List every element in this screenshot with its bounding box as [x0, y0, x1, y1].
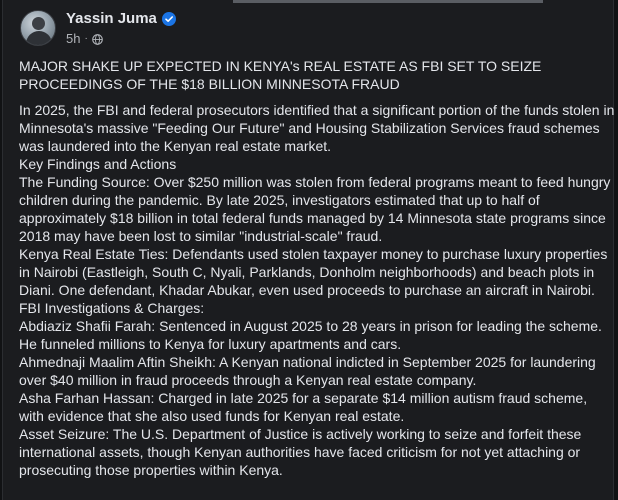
separator-dot: ·: [84, 33, 88, 44]
paragraph-kenya-ties: Kenya Real Estate Ties: Defendants used …: [19, 246, 608, 298]
paragraph-farah: Abdiaziz Shafii Farah: Sentenced in Augu…: [19, 318, 602, 352]
post-card: Yassin Juma 5h · MAJOR SHAKE UP EXPECTED…: [2, 0, 614, 500]
post-timestamp[interactable]: 5h: [66, 31, 80, 46]
author-row: Yassin Juma: [66, 10, 176, 28]
author-name[interactable]: Yassin Juma: [66, 10, 157, 28]
post-body: In 2025, the FBI and federal prosecutors…: [19, 101, 615, 479]
globe-icon[interactable]: [91, 33, 103, 45]
avatar[interactable]: [20, 10, 56, 46]
post-header: Yassin Juma 5h ·: [20, 10, 176, 46]
paragraph-funding-source: The Funding Source: Over $250 million wa…: [19, 174, 611, 244]
verified-badge-icon: [161, 12, 176, 26]
paragraph-sheikh: Ahmednaji Maalim Aftin Sheikh: A Kenyan …: [19, 354, 596, 388]
paragraph-fbi-investigations: FBI Investigations & Charges:: [19, 300, 205, 316]
paragraph-asset-seizure: Asset Seizure: The U.S. Department of Ju…: [19, 426, 582, 478]
paragraph-hassan: Asha Farhan Hassan: Charged in late 2025…: [19, 390, 588, 424]
post-time-row: 5h ·: [66, 31, 176, 46]
post-headline: MAJOR SHAKE UP EXPECTED IN KENYA's REAL …: [19, 58, 542, 92]
top-divider: [233, 0, 543, 3]
author-meta: Yassin Juma 5h ·: [66, 10, 176, 46]
paragraph-intro: In 2025, the FBI and federal prosecutors…: [19, 102, 615, 154]
paragraph-key-findings: Key Findings and Actions: [19, 156, 177, 172]
